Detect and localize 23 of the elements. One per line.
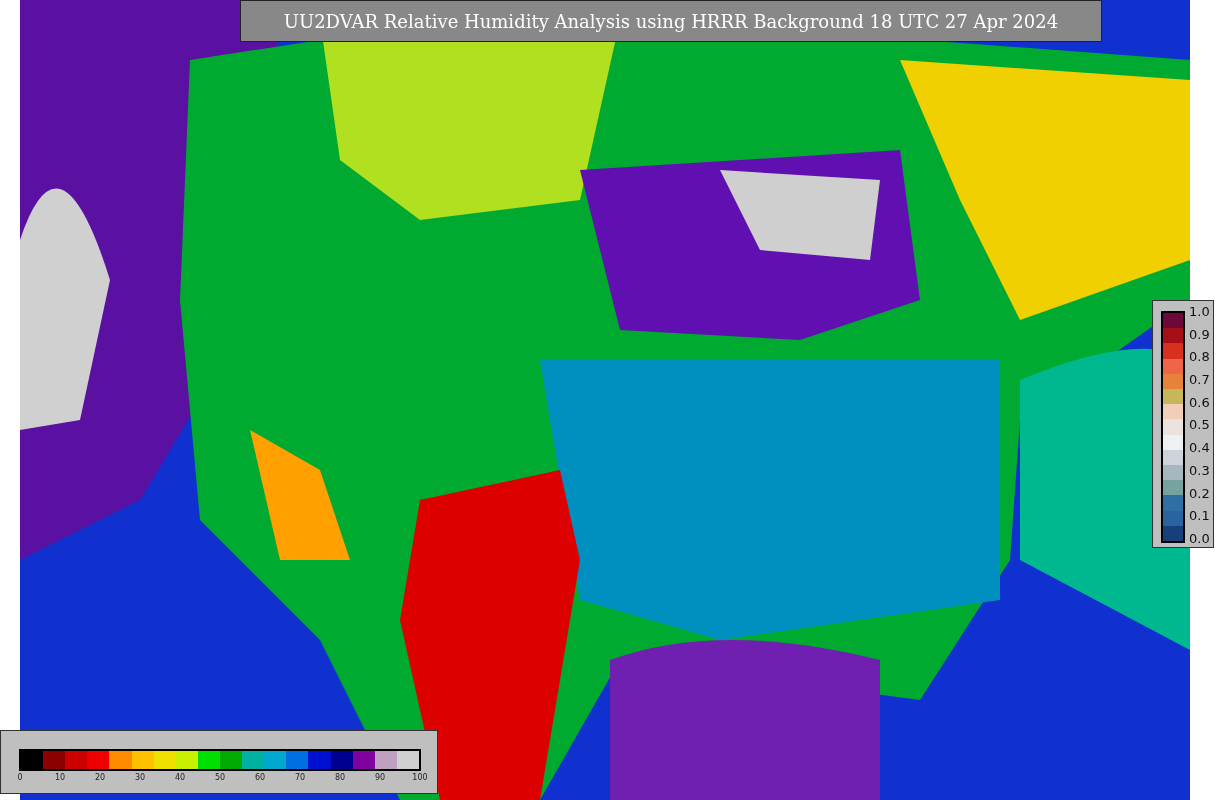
colorbar-tick-label: 0.0 [1189,531,1210,545]
colorbar-tick-label: 30 [134,773,146,782]
colorbar-tick-label: 60 [254,773,266,782]
map-title: UU2DVAR Relative Humidity Analysis using HRRR Background 18 UTC 27 Apr 2024 [240,0,1102,42]
colorbar-tick-label: 100 [412,773,428,782]
colorbar-tick-label: 0.5 [1189,418,1210,432]
colorbar-tick-label: 20 [94,773,106,782]
colorbar-tick-label: 0.6 [1189,395,1210,409]
colorbar-tick-label: 1.0 [1189,305,1210,318]
colorbar-tick-label: 0.9 [1189,327,1210,341]
colorbar-tick-label: 80 [334,773,346,782]
colorbar-tick-label: 0.7 [1189,373,1210,387]
colorbar-tick-label: 0.2 [1189,486,1210,500]
colorbar-tick-label: 0 [17,773,23,782]
colorbar-tick-label: 10 [54,773,66,782]
colorbar-tick-label: 90 [374,773,386,782]
colorbar-tick-label: 0.8 [1189,350,1210,364]
colorbar-tick-label: 0.1 [1189,509,1210,523]
colorbar-tick-label: 0.3 [1189,463,1210,477]
colorbar-tick-label: 70 [294,773,306,782]
colorbar-tick-label: 40 [174,773,186,782]
colorbar-tick-label: 50 [214,773,226,782]
colorbar-tick-label: 0.4 [1189,441,1210,455]
